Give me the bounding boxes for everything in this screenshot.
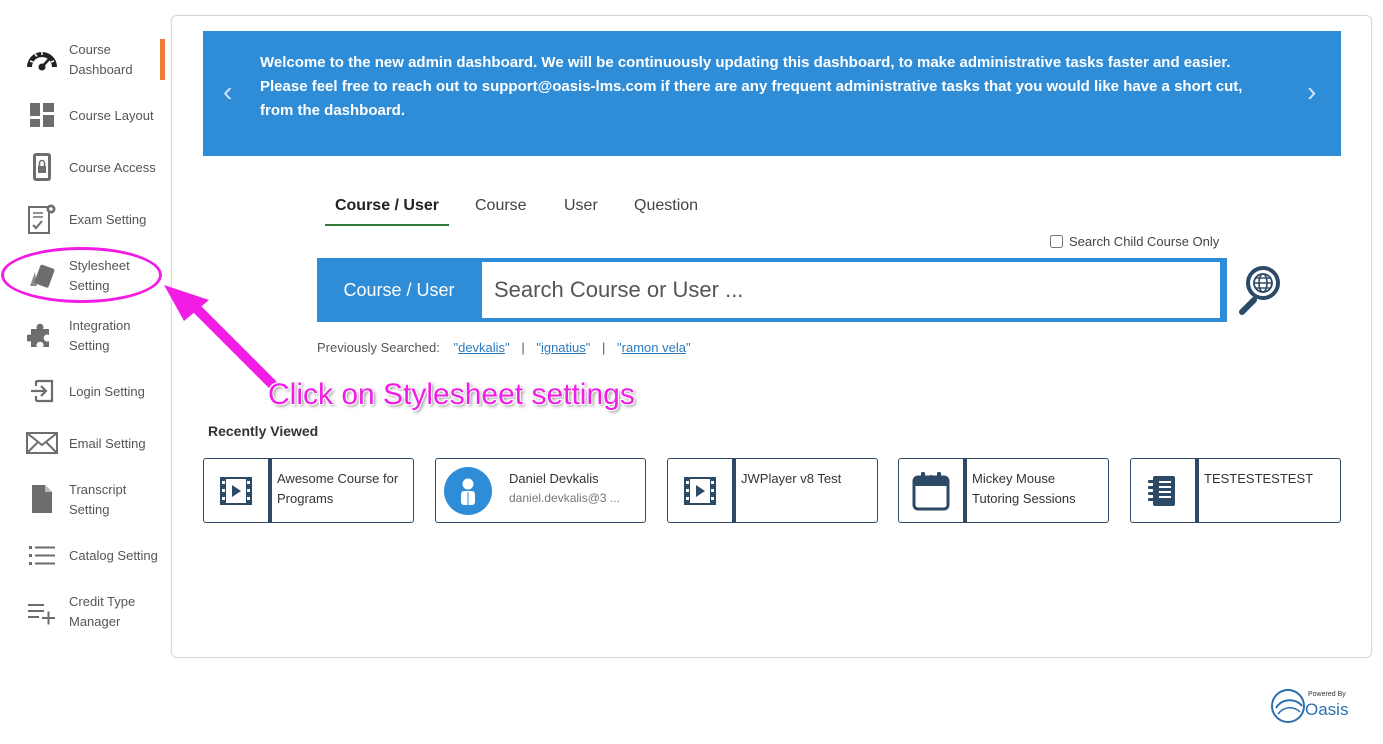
previously-searched: Previously Searched: "devkalis" | "ignat…: [317, 340, 691, 355]
card-title: TESTESTESTEST: [1204, 471, 1314, 486]
sidebar-item-course-dashboard[interactable]: Course Dashboard: [0, 38, 168, 82]
search-input[interactable]: [482, 262, 1220, 318]
envelope-icon: [24, 426, 60, 460]
brand-name: Oasis: [1305, 700, 1349, 719]
sidebar-item-integration-setting[interactable]: Integration Setting: [0, 314, 168, 358]
sidebar-item-course-access[interactable]: Course Access: [0, 148, 168, 192]
checkbox[interactable]: [1050, 235, 1063, 248]
sidebar-item-course-layout[interactable]: Course Layout: [0, 96, 168, 140]
recent-card-course[interactable]: Awesome Course for Programs: [203, 458, 414, 523]
banner-next-button[interactable]: ›: [1307, 78, 1316, 106]
book-icon: [1131, 459, 1199, 522]
list-icon: [24, 538, 60, 572]
sidebar-item-email-setting[interactable]: Email Setting: [0, 424, 168, 468]
sidebar-item-login-setting[interactable]: Login Setting: [0, 372, 168, 416]
sidebar-item-label: Catalog Setting: [69, 548, 158, 563]
banner-text: Welcome to the new admin dashboard. We w…: [260, 54, 1243, 119]
previous-search-link[interactable]: ignatius: [541, 340, 586, 355]
tab-user[interactable]: User: [564, 190, 598, 224]
sidebar-item-label: Course Access: [69, 160, 156, 175]
sidebar-item-transcript-setting[interactable]: Transcript Setting: [0, 478, 168, 522]
lock-icon: [24, 150, 60, 184]
tab-course-user[interactable]: Course / User: [325, 190, 449, 226]
layout-icon: [24, 98, 60, 132]
previous-search-link[interactable]: devkalis: [458, 340, 505, 355]
sidebar-nav: Course Dashboard Course Layout Course Ac…: [0, 0, 168, 744]
exam-icon: [24, 202, 60, 236]
sidebar-item-label: Integration Setting: [69, 318, 131, 353]
recent-card-book[interactable]: TESTESTESTEST: [1130, 458, 1341, 523]
annotation-highlight-oval: [1, 247, 162, 303]
search-type-label[interactable]: Course / User: [317, 258, 481, 322]
tab-course[interactable]: Course: [475, 190, 527, 224]
puzzle-icon: [24, 318, 60, 352]
checkbox-label: Search Child Course Only: [1069, 234, 1220, 249]
search-bar: Course / User: [317, 258, 1227, 322]
recent-card-course[interactable]: JWPlayer v8 Test: [667, 458, 878, 523]
sidebar-item-exam-setting[interactable]: Exam Setting: [0, 200, 168, 244]
tab-question[interactable]: Question: [634, 190, 698, 224]
card-subtitle: daniel.devkalis@3 ...: [509, 491, 620, 505]
sidebar-item-label: Exam Setting: [69, 212, 147, 227]
search-child-only-checkbox[interactable]: Search Child Course Only: [1050, 234, 1219, 249]
card-title: Mickey Mouse Tutoring Sessions: [972, 471, 1076, 506]
card-title: Awesome Course for Programs: [277, 471, 399, 506]
card-title: JWPlayer v8 Test: [741, 471, 842, 486]
add-list-icon: [24, 596, 60, 630]
sidebar-item-label: Credit Type Manager: [69, 594, 136, 629]
recently-viewed-title: Recently Viewed: [208, 423, 319, 439]
video-icon: [204, 459, 272, 522]
oasis-logo: Powered By Oasis: [1270, 688, 1358, 724]
search-button[interactable]: [1236, 262, 1292, 318]
recent-card-user[interactable]: Daniel Devkalis daniel.devkalis@3 ...: [435, 458, 646, 523]
welcome-banner: ‹ Welcome to the new admin dashboard. We…: [203, 31, 1341, 156]
sidebar-item-label: Course Dashboard: [69, 42, 133, 77]
sidebar-item-label: Transcript Setting: [69, 482, 127, 517]
calendar-icon: [899, 459, 967, 522]
banner-prev-button[interactable]: ‹: [223, 78, 232, 106]
sidebar-item-credit-type-manager[interactable]: Credit Type Manager: [0, 590, 168, 634]
sidebar-item-label: Course Layout: [69, 108, 154, 123]
powered-by-label: Powered By: [1308, 691, 1346, 698]
dashboard-gauge-icon: [24, 42, 60, 76]
annotation-text: Click on Stylesheet settings: [268, 378, 635, 411]
previously-searched-label: Previously Searched:: [317, 340, 440, 355]
previous-search-link[interactable]: ramon vela: [622, 340, 686, 355]
user-avatar-icon: [436, 459, 500, 522]
recent-card-session[interactable]: Mickey Mouse Tutoring Sessions: [898, 458, 1109, 523]
video-icon: [668, 459, 736, 522]
card-title: Daniel Devkalis: [509, 471, 599, 486]
document-icon: [24, 482, 60, 516]
login-icon: [24, 374, 60, 408]
globe-search-icon: [1239, 266, 1280, 315]
sidebar-item-catalog-setting[interactable]: Catalog Setting: [0, 536, 168, 580]
sidebar-item-label: Login Setting: [69, 384, 145, 399]
sidebar-item-label: Email Setting: [69, 436, 146, 451]
